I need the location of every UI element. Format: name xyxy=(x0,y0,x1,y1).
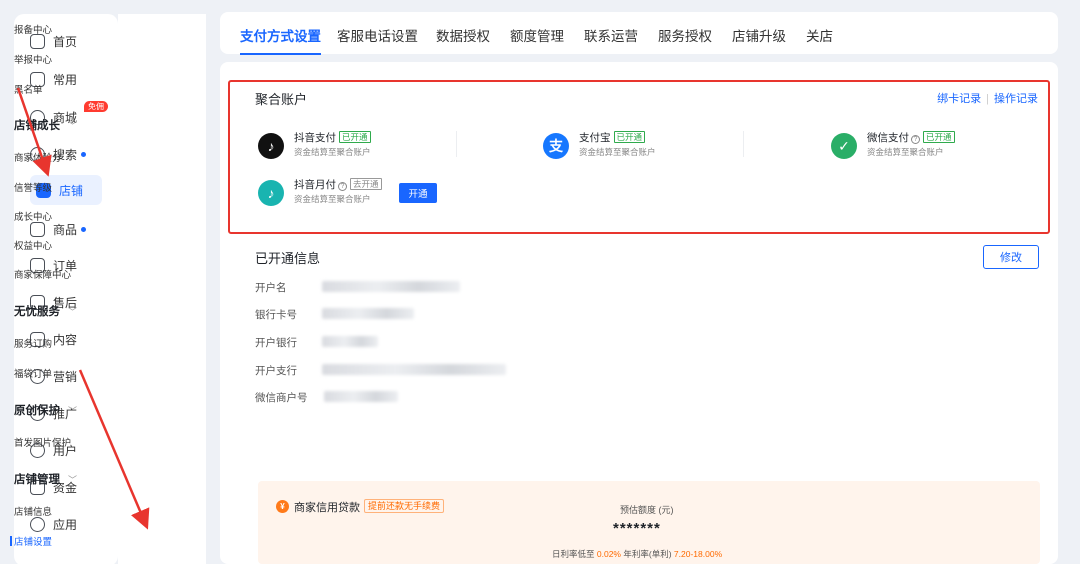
field-label-branch: 开户支行 xyxy=(255,365,297,377)
nav2-item-store-info[interactable]: 店铺信息 xyxy=(14,504,52,518)
payment-desc: 资金结算至聚合账户 xyxy=(867,147,944,157)
chevron-down-icon: ﹀ xyxy=(68,307,78,317)
tab-close-store[interactable]: 关店 xyxy=(806,25,833,45)
loan-promo-tag: 提前还款无手续费 xyxy=(364,499,445,513)
chevron-down-icon: ﹀ xyxy=(68,406,78,416)
alipay-icon: 支 xyxy=(543,133,569,159)
notification-dot xyxy=(81,151,87,157)
nav-item-label: 内容 xyxy=(53,332,78,347)
free-commission-badge: 免佣 xyxy=(84,101,108,112)
nav2-item-service-order[interactable]: 服务订购 xyxy=(14,336,52,350)
tab-contact-operations[interactable]: 联系运营 xyxy=(584,25,638,45)
loan-estimate-label: 预估额度 (元) xyxy=(620,505,674,515)
tab-service-phone[interactable]: 客服电话设置 xyxy=(337,25,418,45)
status-badge: 已开通 xyxy=(339,131,371,143)
nav2-item-lucky-bag-order[interactable]: 福袋订单 xyxy=(14,366,52,380)
nav2-group-store-growth[interactable]: 店铺成长 ﹀ xyxy=(14,117,77,133)
payment-name: 微信支付 xyxy=(867,132,909,144)
payment-desc: 资金结算至聚合账户 xyxy=(294,194,371,204)
status-badge: 去开通 xyxy=(350,178,382,190)
douyin-pay-icon: ♪ xyxy=(258,133,284,159)
nav2-group-store-management[interactable]: 店铺管理 ﹀ xyxy=(14,471,77,487)
field-label-card-number: 银行卡号 xyxy=(255,309,297,321)
divider xyxy=(456,131,457,157)
nav2-item-credit-level[interactable]: 信誉等级 xyxy=(14,180,52,194)
card-binding-records-link[interactable]: 绑卡记录 xyxy=(937,93,981,105)
nav-item-label: 营销 xyxy=(53,369,78,384)
tab-data-authorization[interactable]: 数据授权 xyxy=(436,25,490,45)
nav2-item-store-settings[interactable]: 店铺设置 xyxy=(9,534,52,548)
aggregate-links: 绑卡记录 | 操作记录 xyxy=(937,93,1038,105)
nav2-group-original-protection[interactable]: 原创保护 ﹀ xyxy=(14,402,77,418)
nav2-item-growth-center[interactable]: 成长中心 xyxy=(14,209,52,223)
field-label-bank: 开户银行 xyxy=(255,337,297,349)
secondary-sidebar xyxy=(118,14,206,564)
status-badge: 已开通 xyxy=(923,131,955,143)
nav-item-label: 应用 xyxy=(53,517,78,532)
payment-name: 抖音支付 xyxy=(294,132,336,144)
tab-service-authorization[interactable]: 服务授权 xyxy=(658,25,712,45)
branch-value-redacted xyxy=(322,364,506,375)
nav2-item-blacklist[interactable]: 黑名单 xyxy=(14,82,43,96)
bank-value-redacted xyxy=(322,336,378,347)
payment-name: 支付宝 xyxy=(579,132,611,144)
help-icon[interactable]: ? xyxy=(338,182,347,191)
tab-store-upgrade[interactable]: 店铺升级 xyxy=(732,25,786,45)
payment-desc: 资金结算至聚合账户 xyxy=(579,147,656,157)
nav2-item-complaint-center[interactable]: 举报中心 xyxy=(14,52,52,66)
nav2-item-first-image-protection[interactable]: 首发图片保护 xyxy=(14,435,71,449)
nav-item-label: 店铺 xyxy=(59,183,84,198)
annual-rate: 7.20-18.00% xyxy=(673,549,723,559)
notification-dot xyxy=(81,226,87,232)
aggregate-account-title: 聚合账户 xyxy=(255,92,308,107)
loan-amount: ******* xyxy=(613,520,661,537)
wechat-pay-icon: ✓ xyxy=(831,133,857,159)
daily-rate: 0.02% xyxy=(596,549,621,559)
loan-icon: ¥ xyxy=(276,500,289,513)
nav2-item-experience-score[interactable]: 商家体验分 xyxy=(14,150,62,164)
tab-quota-management[interactable]: 额度管理 xyxy=(510,25,564,45)
account-name-value-redacted xyxy=(322,281,460,292)
tab-payment-settings[interactable]: 支付方式设置 xyxy=(240,25,321,55)
field-label-account-name: 开户名 xyxy=(255,282,287,294)
chevron-down-icon: ﹀ xyxy=(68,121,78,131)
divider xyxy=(743,131,744,157)
operation-records-link[interactable]: 操作记录 xyxy=(994,93,1038,105)
nav-item-label: 商品 xyxy=(53,222,78,237)
loan-title: 商家信用贷款 xyxy=(294,502,360,514)
open-monthly-pay-button[interactable]: 开通 xyxy=(399,183,437,203)
help-icon[interactable]: ? xyxy=(911,135,920,144)
loan-rate-text: 日利率低至 0.02% 年利率(单利) 7.20-18.00% xyxy=(552,549,723,559)
douyin-monthly-icon: ♪ xyxy=(258,180,284,206)
nav2-group-worry-free-service[interactable]: 无忧服务 ﹀ xyxy=(14,303,77,319)
payment-method-douyin: ♪ 抖音支付 已开通 资金结算至聚合账户 xyxy=(258,131,371,159)
nav-item-label: 常用 xyxy=(53,72,78,87)
nav2-item-report-center[interactable]: 报备中心 xyxy=(14,22,52,36)
payment-method-alipay: 支 支付宝 已开通 资金结算至聚合账户 xyxy=(543,131,656,159)
nav2-item-merchant-guarantee[interactable]: 商家保障中心 xyxy=(14,267,71,281)
payment-name: 抖音月付 xyxy=(294,179,336,191)
payment-method-wechat: ✓ 微信支付? 已开通 资金结算至聚合账户 xyxy=(831,131,955,159)
opened-info-title: 已开通信息 xyxy=(255,251,321,266)
goods-icon xyxy=(30,221,45,237)
app-icon xyxy=(30,516,45,532)
payment-method-douyin-monthly: ♪ 抖音月付? 去开通 资金结算至聚合账户 xyxy=(258,178,382,206)
nav-item-label: 首页 xyxy=(53,34,78,49)
card-number-value-redacted xyxy=(322,308,414,319)
status-badge: 已开通 xyxy=(613,131,646,143)
wechat-merchant-id-value-redacted xyxy=(324,391,398,402)
payment-desc: 资金结算至聚合账户 xyxy=(294,147,371,157)
field-label-wechat-merchant-id: 微信商户号 xyxy=(255,392,308,404)
nav2-item-rights-center[interactable]: 权益中心 xyxy=(14,238,52,252)
edit-button[interactable]: 修改 xyxy=(983,245,1039,269)
chevron-down-icon: ﹀ xyxy=(68,475,78,485)
